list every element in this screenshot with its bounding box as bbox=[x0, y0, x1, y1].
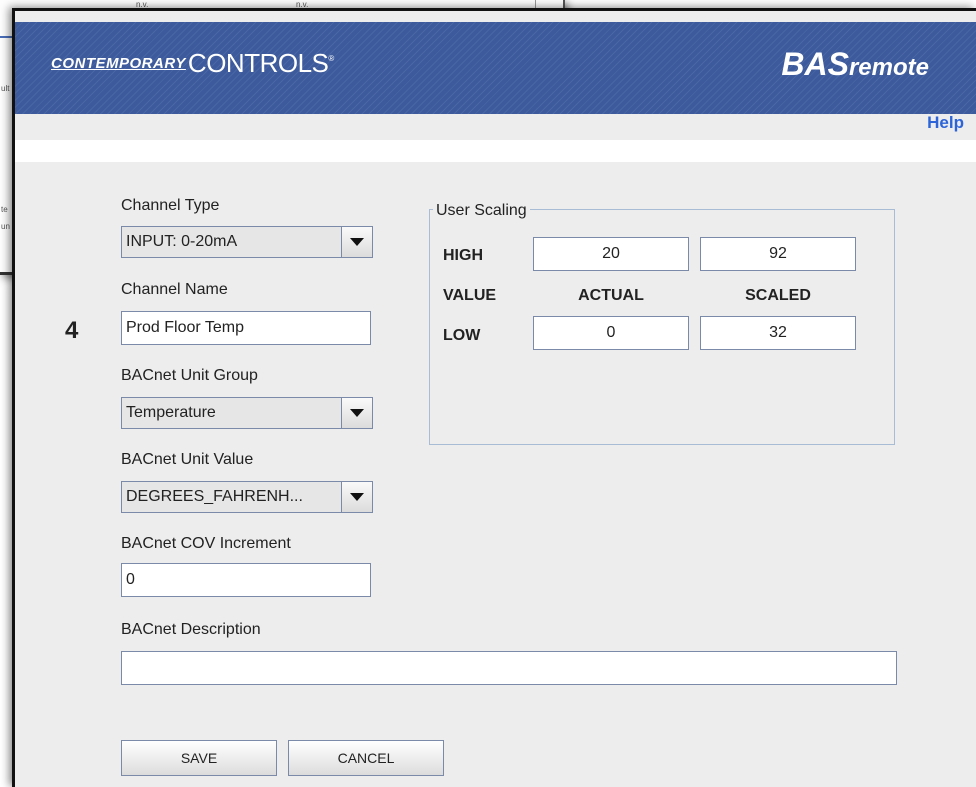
channel-type-label: Channel Type bbox=[121, 197, 220, 214]
description-label: BACnet Description bbox=[121, 621, 261, 638]
channel-name-label: Channel Name bbox=[121, 281, 228, 298]
low-actual-input[interactable]: 0 bbox=[533, 316, 689, 350]
unit-value-select[interactable]: DEGREES_FAHRENH... bbox=[121, 481, 373, 513]
bg-fragment: ult bbox=[1, 84, 10, 93]
product-logo: BASremote bbox=[781, 46, 929, 82]
cov-increment-input[interactable]: 0 bbox=[121, 563, 371, 597]
scaling-value-label: VALUE bbox=[443, 287, 497, 304]
unit-group-select[interactable]: Temperature bbox=[121, 397, 373, 429]
help-link[interactable]: Help bbox=[927, 113, 964, 133]
trademark-mark: ® bbox=[328, 54, 335, 63]
scaling-scaled-header: SCALED bbox=[745, 287, 811, 304]
chevron-down-icon[interactable] bbox=[341, 398, 372, 428]
chevron-down-icon[interactable] bbox=[341, 482, 372, 512]
unit-group-label: BACnet Unit Group bbox=[121, 367, 258, 384]
cancel-button[interactable]: CANCEL bbox=[288, 740, 444, 776]
unit-value-value: DEGREES_FAHRENH... bbox=[126, 488, 303, 505]
scaling-low-label: LOW bbox=[443, 327, 481, 344]
channel-name-input[interactable]: Prod Floor Temp bbox=[121, 311, 371, 345]
brand-logo-right: CONTROLS bbox=[187, 48, 329, 78]
channel-type-select[interactable]: INPUT: 0-20mA bbox=[121, 226, 373, 258]
scaling-high-label: HIGH bbox=[443, 247, 483, 264]
channel-config-dialog: CONTEMPORARY CONTROLS ® BASremote Help 4… bbox=[12, 8, 976, 787]
bg-fragment: un bbox=[1, 222, 10, 231]
save-button[interactable]: SAVE bbox=[121, 740, 277, 776]
low-scaled-input[interactable]: 32 bbox=[700, 316, 856, 350]
brand-logo: CONTEMPORARY CONTROLS ® bbox=[51, 48, 334, 79]
high-actual-input[interactable]: 20 bbox=[533, 237, 689, 271]
channel-number: 4 bbox=[65, 317, 79, 344]
bg-fragment: te bbox=[1, 205, 8, 214]
brand-logo-left: CONTEMPORARY bbox=[51, 55, 186, 72]
user-scaling-title: User Scaling bbox=[433, 202, 530, 220]
header-banner: CONTEMPORARY CONTROLS ® BASremote bbox=[15, 22, 976, 114]
unit-group-value: Temperature bbox=[126, 404, 216, 421]
header-separator bbox=[15, 140, 976, 162]
unit-value-label: BACnet Unit Value bbox=[121, 451, 254, 468]
channel-type-value: INPUT: 0-20mA bbox=[126, 233, 238, 250]
cov-increment-label: BACnet COV Increment bbox=[121, 535, 291, 552]
description-input[interactable] bbox=[121, 651, 897, 685]
high-scaled-input[interactable]: 92 bbox=[700, 237, 856, 271]
scaling-actual-header: ACTUAL bbox=[578, 287, 644, 304]
chevron-down-icon[interactable] bbox=[341, 227, 372, 257]
